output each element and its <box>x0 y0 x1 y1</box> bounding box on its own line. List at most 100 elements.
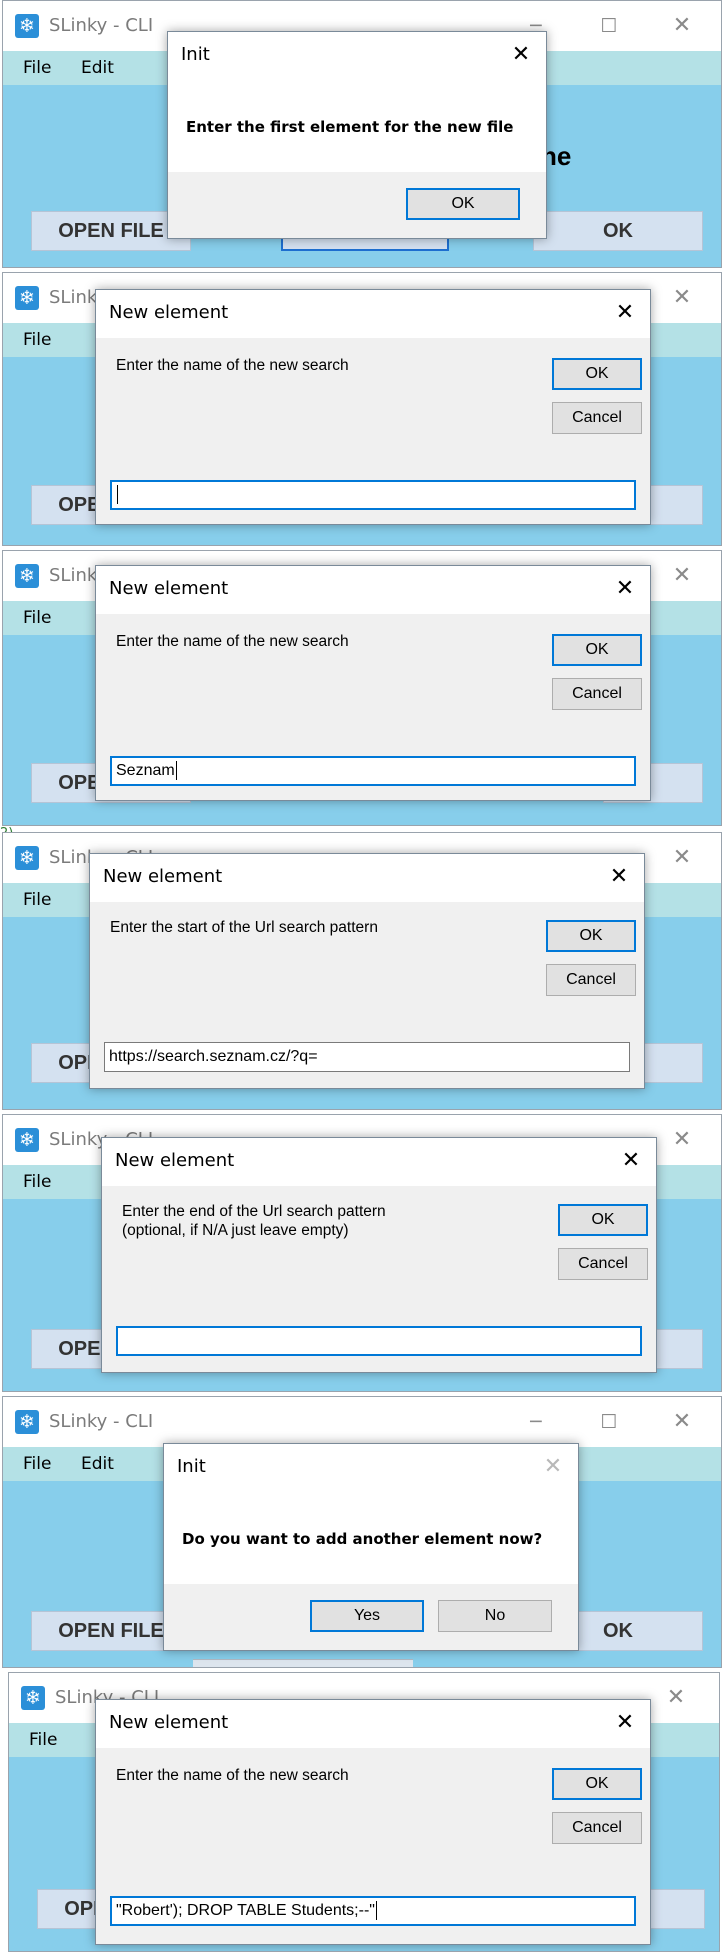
ok-button[interactable]: OK <box>558 1204 648 1236</box>
dialog-title: Init <box>177 1456 206 1477</box>
dialog-message: Enter the start of the Url search patter… <box>110 919 378 936</box>
app-window: ❄ SLinky - CLI ─ ☐ ✕ File Edit OPEN FILE… <box>2 1396 722 1668</box>
init-dialog: Init ✕ Do you want to add another elemen… <box>163 1443 579 1651</box>
dialog-title: New element <box>109 302 229 323</box>
frame-5: ❄ SLinky - CLI ✕ File OPEN FILE New elem… <box>0 1114 728 1396</box>
app-window: ❄ SLinky - CLI ✕ File OPEN FILE New elem… <box>2 832 722 1110</box>
close-icon[interactable]: ✕ <box>659 843 705 873</box>
ok-button[interactable]: OK <box>552 358 642 390</box>
dialog-title: New element <box>103 866 223 887</box>
dialog-message: Enter the name of the new search <box>116 357 349 374</box>
app-snowflake-icon: ❄ <box>15 846 39 870</box>
dialog-close-icon[interactable]: ✕ <box>616 1146 646 1176</box>
frame-3: ❄ SLinky - CLI ✕ File OPEN FILE New elem… <box>0 550 728 830</box>
app-window: ❄ SLinky - CLI ✕ File OPEN FILE New elem… <box>8 1672 720 1952</box>
dialog-title-bar: New element ✕ <box>96 566 650 614</box>
dialog-title: New element <box>115 1150 235 1171</box>
yes-button[interactable]: Yes <box>310 1600 424 1632</box>
cancel-button[interactable]: Cancel <box>552 678 642 710</box>
cancel-button[interactable]: Cancel <box>558 1248 648 1280</box>
menu-file[interactable]: File <box>29 1730 57 1750</box>
dialog-close-icon[interactable]: ✕ <box>604 862 634 892</box>
new-element-dialog: New element ✕ Enter the end of the Url s… <box>101 1137 657 1373</box>
dialog-title: New element <box>109 578 229 599</box>
close-icon[interactable]: ✕ <box>659 11 705 41</box>
name-input[interactable]: "Robert'); DROP TABLE Students;--" <box>110 1896 636 1926</box>
app-window: ❄ SLinky - CLI ✕ File OPEN FILE New elem… <box>2 1114 722 1392</box>
new-element-dialog: New element ✕ Enter the name of the new … <box>95 1699 651 1945</box>
app-snowflake-icon: ❄ <box>15 14 39 38</box>
dialog-message: Do you want to add another element now? <box>182 1530 543 1548</box>
taskbar-thumbnail-strip <box>193 1659 413 1667</box>
dialog-message: Enter the name of the new search <box>116 1767 349 1784</box>
title-bar: ❄ SLinky - CLI ─ ☐ ✕ <box>3 1397 721 1447</box>
close-icon[interactable]: ✕ <box>653 1683 699 1713</box>
new-element-dialog: New element ✕ Enter the name of the new … <box>95 565 651 801</box>
ok-button[interactable]: OK <box>546 920 636 952</box>
app-snowflake-icon: ❄ <box>15 1410 39 1434</box>
new-element-dialog: New element ✕ Enter the name of the new … <box>95 289 651 525</box>
text-caret <box>117 485 118 505</box>
dialog-close-icon[interactable]: ✕ <box>610 298 640 328</box>
app-window: ❄ SLinky - CLI ✕ File OPEN FILE New elem… <box>2 550 722 826</box>
background-ok-button[interactable]: OK <box>533 211 703 251</box>
frame-1: ❄ SLinky - CLI ─ ☐ ✕ File Edit ne OPEN F… <box>0 0 728 272</box>
url-start-input[interactable]: https://search.seznam.cz/?q= <box>104 1042 630 1072</box>
url-end-input[interactable] <box>116 1326 642 1356</box>
name-input[interactable]: Seznam <box>110 756 636 786</box>
menu-file[interactable]: File <box>23 330 51 350</box>
app-snowflake-icon: ❄ <box>15 1128 39 1152</box>
menu-edit[interactable]: Edit <box>81 58 114 78</box>
dialog-message: Enter the first element for the new file <box>186 118 514 136</box>
url-start-input-value: https://search.seznam.cz/?q= <box>109 1048 318 1065</box>
menu-file[interactable]: File <box>23 58 51 78</box>
text-caret <box>375 1901 377 1921</box>
frame-7: ❄ SLinky - CLI ✕ File OPEN FILE New elem… <box>0 1672 728 1956</box>
init-dialog: Init ✕ Enter the first element for the n… <box>167 31 547 239</box>
frame-4: ❄ SLinky - CLI ✕ File OPEN FILE New elem… <box>0 832 728 1114</box>
dialog-title-bar: New element ✕ <box>96 290 650 338</box>
text-caret <box>175 761 177 781</box>
cancel-button[interactable]: Cancel <box>552 402 642 434</box>
ok-button[interactable]: OK <box>552 1768 642 1800</box>
no-button[interactable]: No <box>438 1600 552 1632</box>
frame-6: ❄ SLinky - CLI ─ ☐ ✕ File Edit OPEN FILE… <box>0 1396 728 1672</box>
app-snowflake-icon: ❄ <box>21 1686 45 1710</box>
dialog-message: Enter the end of the Url search pattern … <box>122 1203 386 1239</box>
dialog-close-icon: ✕ <box>543 1454 563 1479</box>
window-title: SLinky - CLI <box>49 1411 154 1432</box>
maximize-icon[interactable]: ☐ <box>586 1407 632 1437</box>
app-window: ❄ SLinky - CLI ✕ File OPEN FILE New elem… <box>2 272 722 546</box>
close-icon[interactable]: ✕ <box>659 1125 705 1155</box>
dialog-title: New element <box>109 1712 229 1733</box>
ok-button[interactable]: OK <box>552 634 642 666</box>
name-input-value: Seznam <box>116 762 175 779</box>
menu-edit[interactable]: Edit <box>81 1454 114 1474</box>
dialog-title-bar: New element ✕ <box>96 1700 650 1748</box>
name-input-value: "Robert'); DROP TABLE Students;--" <box>116 1902 375 1919</box>
dialog-title-bar: New element ✕ <box>102 1138 656 1186</box>
app-snowflake-icon: ❄ <box>15 564 39 588</box>
dialog-title: Init <box>181 44 210 65</box>
ok-button[interactable]: OK <box>406 188 520 220</box>
app-window: ❄ SLinky - CLI ─ ☐ ✕ File Edit ne OPEN F… <box>2 0 722 268</box>
window-title: SLinky - CLI <box>49 15 154 36</box>
dialog-close-icon[interactable]: ✕ <box>506 40 536 70</box>
close-icon[interactable]: ✕ <box>659 283 705 313</box>
close-icon[interactable]: ✕ <box>659 561 705 591</box>
cancel-button[interactable]: Cancel <box>546 964 636 996</box>
cancel-button[interactable]: Cancel <box>552 1812 642 1844</box>
close-icon[interactable]: ✕ <box>659 1407 705 1437</box>
dialog-close-icon[interactable]: ✕ <box>610 1708 640 1738</box>
frame-2: ❄ SLinky - CLI ✕ File OPEN FILE New elem… <box>0 272 728 550</box>
app-snowflake-icon: ❄ <box>15 286 39 310</box>
menu-file[interactable]: File <box>23 890 51 910</box>
new-element-dialog: New element ✕ Enter the start of the Url… <box>89 853 645 1089</box>
dialog-close-icon[interactable]: ✕ <box>610 574 640 604</box>
maximize-icon[interactable]: ☐ <box>586 11 632 41</box>
menu-file[interactable]: File <box>23 1172 51 1192</box>
menu-file[interactable]: File <box>23 608 51 628</box>
menu-file[interactable]: File <box>23 1454 51 1474</box>
minimize-icon[interactable]: ─ <box>513 1407 559 1437</box>
name-input[interactable] <box>110 480 636 510</box>
